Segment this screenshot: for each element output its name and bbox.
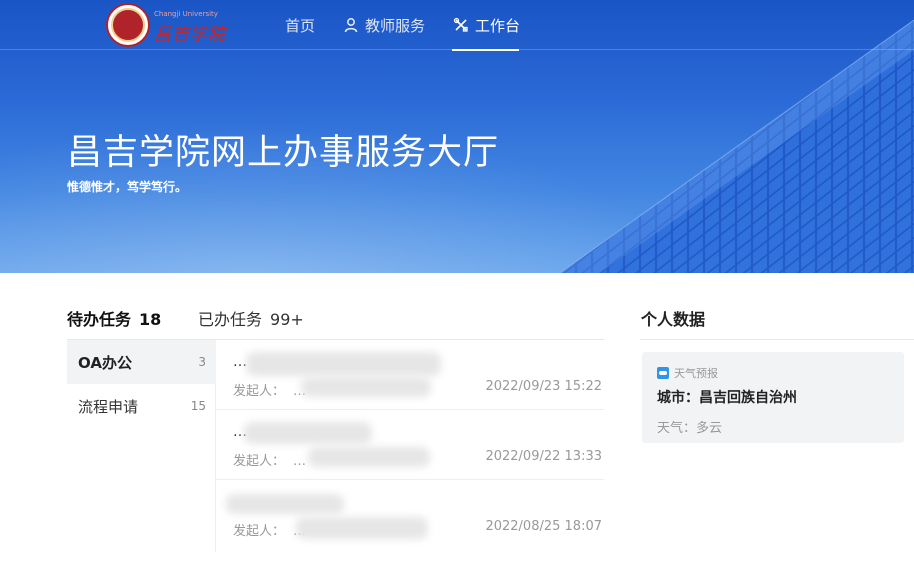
top-navbar: Changji University 昌吉学院 首页 教师服务 工作台 — [0, 0, 914, 51]
redacted-initiator — [301, 377, 431, 397]
task-item[interactable]: … 发起人：… 2022/08/25 18:07 — [216, 480, 604, 550]
initiator-label: 发起人： — [233, 384, 286, 399]
tools-icon — [453, 17, 468, 32]
logo-chinese-text: 昌吉学院 — [154, 25, 226, 45]
weather-card[interactable]: 天气预报 城市：昌吉回族自治州 天气：多云 — [642, 352, 904, 443]
task-initiator: 发起人：… — [233, 380, 306, 399]
category-count: 3 — [198, 355, 206, 369]
tab-done-tasks[interactable]: 已办任务 99+ — [198, 306, 304, 330]
initiator-label: 发起人： — [233, 524, 286, 539]
redacted-title — [246, 352, 441, 376]
nav-workbench-label: 工作台 — [475, 16, 521, 35]
category-label: 流程申请 — [78, 398, 139, 416]
page-title: 昌吉学院网上办事服务大厅 — [67, 133, 500, 173]
logo-wordmark[interactable]: Changji University 昌吉学院 — [154, 10, 225, 45]
task-item[interactable]: … 发起人：… 2022/09/23 15:22 — [216, 340, 604, 410]
page-motto: 惟德惟才，笃学笃行。 — [67, 180, 188, 194]
initiator-label: 发起人： — [233, 454, 286, 469]
tab-pending-count: 18 — [139, 310, 162, 329]
weather-tag-label: 天气预报 — [674, 367, 718, 380]
university-logo[interactable] — [106, 3, 150, 47]
task-category-sidebar: OA办公 3 流程申请 15 — [67, 340, 216, 552]
redacted-initiator — [308, 447, 430, 467]
task-date: 2022/09/23 15:22 — [485, 379, 602, 394]
category-oa-office[interactable]: OA办公 3 — [67, 340, 216, 384]
hero-banner: Changji University 昌吉学院 首页 教师服务 工作台 昌吉学院… — [0, 0, 914, 273]
user-icon — [344, 18, 358, 33]
category-count: 15 — [190, 399, 206, 413]
personal-data-header: 个人数据 — [640, 300, 914, 340]
task-date: 2022/09/22 13:33 — [485, 449, 602, 464]
redacted-initiator — [296, 517, 428, 539]
initiator-value: … — [293, 454, 307, 469]
tab-pending-tasks[interactable]: 待办任务 18 — [67, 306, 161, 330]
redacted-title — [244, 422, 372, 444]
logo-english-text: Changji University — [154, 10, 218, 18]
nav-home[interactable]: 首页 — [285, 0, 315, 50]
redacted-title — [226, 494, 344, 514]
tab-pending-label: 待办任务 — [67, 310, 132, 329]
logo-emblem — [111, 8, 145, 42]
category-process-apply[interactable]: 流程申请 15 — [67, 384, 216, 428]
weather-city: 城市：昌吉回族自治州 — [657, 390, 797, 406]
task-tabs: 待办任务 18 已办任务 99+ — [67, 300, 604, 340]
task-date: 2022/08/25 18:07 — [485, 519, 602, 534]
weather-tag: 天气预报 — [657, 365, 718, 381]
weather-cloud-icon — [657, 367, 669, 379]
task-title: … — [233, 354, 247, 370]
nav-teacher-service-label: 教师服务 — [365, 16, 426, 35]
personal-data-title: 个人数据 — [641, 310, 706, 329]
tab-done-count: 99+ — [270, 310, 304, 329]
category-label: OA办公 — [78, 354, 132, 372]
nav-workbench[interactable]: 工作台 — [451, 0, 521, 51]
nav-teacher-service[interactable]: 教师服务 — [343, 0, 425, 50]
weather-condition: 天气：多云 — [657, 421, 723, 436]
nav-home-label: 首页 — [285, 16, 316, 35]
tab-done-label: 已办任务 — [198, 310, 263, 329]
task-item[interactable]: … 发起人： … 2022/09/22 13:33 — [216, 410, 604, 480]
task-initiator: 发起人： … — [233, 450, 306, 469]
